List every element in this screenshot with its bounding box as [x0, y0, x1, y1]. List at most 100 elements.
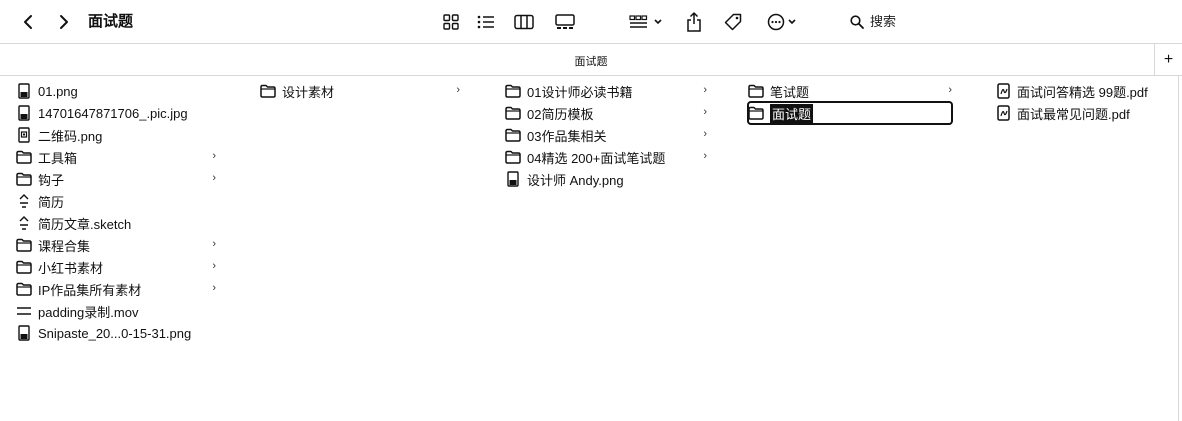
file-item[interactable]: padding录制.mov	[16, 300, 216, 322]
folder-icon	[16, 171, 32, 187]
item-label: Snipaste_20...0-15-31.png	[38, 325, 192, 341]
chevron-right-icon	[60, 15, 68, 29]
folder-item[interactable]: 02简历模板 ›	[505, 102, 707, 124]
chevron-down-icon	[788, 19, 796, 25]
file-item[interactable]: Snipaste_20...0-15-31.png	[16, 322, 216, 344]
columns-icon	[514, 14, 534, 30]
chevron-right-icon: ›	[212, 172, 216, 184]
folder-item[interactable]: 设计素材 ›	[260, 80, 460, 102]
column-5: 面试问答精选 99题.pdf 面试最常见问题.pdf	[995, 80, 1175, 124]
chevron-right-icon: ›	[703, 84, 707, 96]
folder-item[interactable]: 01设计师必读书籍 ›	[505, 80, 707, 102]
chevron-right-icon: ›	[212, 282, 216, 294]
more-actions-button[interactable]	[763, 10, 801, 34]
forward-button[interactable]	[52, 10, 76, 34]
item-label: 01设计师必读书籍	[527, 84, 633, 100]
folder-icon	[16, 281, 32, 297]
folder-icon	[16, 259, 32, 275]
image-file-icon	[505, 171, 521, 187]
tag-icon	[724, 13, 742, 31]
column-3: 01设计师必读书籍 › 02简历模板 › 03作品集相关 › 04精选 200+面试笔试题 ›…	[505, 80, 707, 190]
item-label: 设计素材	[282, 84, 335, 100]
folder-item[interactable]: 课程合集 ›	[16, 234, 216, 256]
sketch-file-icon	[16, 193, 32, 209]
chevron-right-icon: ›	[703, 150, 707, 162]
column-view-button[interactable]	[512, 10, 536, 34]
grid-icon	[443, 14, 459, 30]
folder-icon	[260, 83, 276, 99]
search-label: 搜索	[870, 14, 897, 29]
share-icon	[687, 12, 701, 32]
chevron-left-icon	[24, 15, 32, 29]
share-button[interactable]	[683, 10, 705, 34]
tag-button[interactable]	[721, 10, 745, 34]
folder-icon	[505, 127, 521, 143]
chevron-right-icon: ›	[212, 238, 216, 250]
folder-item[interactable]: 03作品集相关 ›	[505, 124, 707, 146]
item-label: 笔试题	[770, 84, 810, 100]
image-file-icon	[16, 83, 32, 99]
chevron-down-icon	[654, 19, 662, 25]
item-label: 简历	[38, 194, 65, 210]
folder-item[interactable]: 小红书素材 ›	[16, 256, 216, 278]
folder-item[interactable]: 工具箱 ›	[16, 146, 216, 168]
file-item[interactable]: 简历	[16, 190, 216, 212]
folder-icon	[505, 83, 521, 99]
toolbar: 面试题 搜索	[0, 0, 1182, 44]
group-button[interactable]	[626, 10, 666, 34]
folder-item[interactable]: IP作品集所有素材 ›	[16, 278, 216, 300]
folder-icon	[16, 149, 32, 165]
search-icon	[850, 15, 864, 29]
chevron-right-icon: ›	[456, 84, 460, 96]
movie-file-icon	[16, 303, 32, 319]
ellipsis-circle-icon	[767, 13, 785, 31]
window-title: 面试题	[88, 13, 134, 30]
item-label: 面试题	[770, 103, 814, 123]
file-item[interactable]: 二维码.png	[16, 124, 216, 146]
item-label: padding录制.mov	[38, 304, 139, 320]
list-icon	[477, 15, 494, 29]
chevron-right-icon: ›	[212, 150, 216, 162]
folder-item[interactable]: 面试题	[747, 101, 953, 125]
item-label: 02简历模板	[527, 106, 594, 122]
file-item[interactable]: 简历文章.sketch	[16, 212, 216, 234]
item-label: IP作品集所有素材	[38, 282, 142, 298]
gallery-icon	[555, 14, 575, 29]
folder-icon	[748, 83, 764, 99]
chevron-right-icon: ›	[703, 106, 707, 118]
tab-title[interactable]: 面试题	[0, 53, 1182, 69]
image-file-icon	[16, 105, 32, 121]
item-label: 01.png	[38, 83, 78, 99]
folder-item[interactable]: 笔试题 ›	[748, 80, 952, 102]
column-1: 01.png 14701647871706_.pic.jpg 二维码.png 工具箱 ›…	[16, 80, 216, 344]
file-item[interactable]: 设计师 Andy.png	[505, 168, 707, 190]
file-item[interactable]: 面试问答精选 99题.pdf	[995, 80, 1175, 102]
column-2: 设计素材 ›	[260, 80, 460, 102]
pdf-file-icon	[995, 83, 1011, 99]
list-view-button[interactable]	[475, 10, 497, 34]
back-button[interactable]	[16, 10, 40, 34]
folder-icon	[748, 105, 764, 121]
new-tab-button[interactable]: +	[1154, 44, 1182, 76]
file-item[interactable]: 14701647871706_.pic.jpg	[16, 102, 216, 124]
item-label: 工具箱	[38, 150, 78, 166]
folder-icon	[505, 105, 521, 121]
tab-bar: 面试题	[0, 44, 1154, 76]
item-label: 设计师 Andy.png	[527, 172, 624, 188]
item-label: 14701647871706_.pic.jpg	[38, 105, 188, 121]
pdf-file-icon	[995, 105, 1011, 121]
file-item[interactable]: 01.png	[16, 80, 216, 102]
chevron-right-icon: ›	[948, 84, 952, 96]
folder-item[interactable]: 钩子 ›	[16, 168, 216, 190]
item-label: 04精选 200+面试笔试题	[527, 150, 666, 166]
item-label: 面试最常见问题.pdf	[1017, 106, 1130, 122]
search-field[interactable]: 搜索	[850, 12, 896, 32]
gallery-view-button[interactable]	[553, 10, 577, 34]
file-item[interactable]: 面试最常见问题.pdf	[995, 102, 1175, 124]
item-label: 小红书素材	[38, 260, 104, 276]
qr-image-icon	[16, 127, 32, 143]
sketch-file-icon	[16, 215, 32, 231]
column-4: 笔试题 › 面试题	[747, 80, 953, 125]
folder-item[interactable]: 04精选 200+面试笔试题 ›	[505, 146, 707, 168]
icon-view-button[interactable]	[440, 10, 462, 34]
